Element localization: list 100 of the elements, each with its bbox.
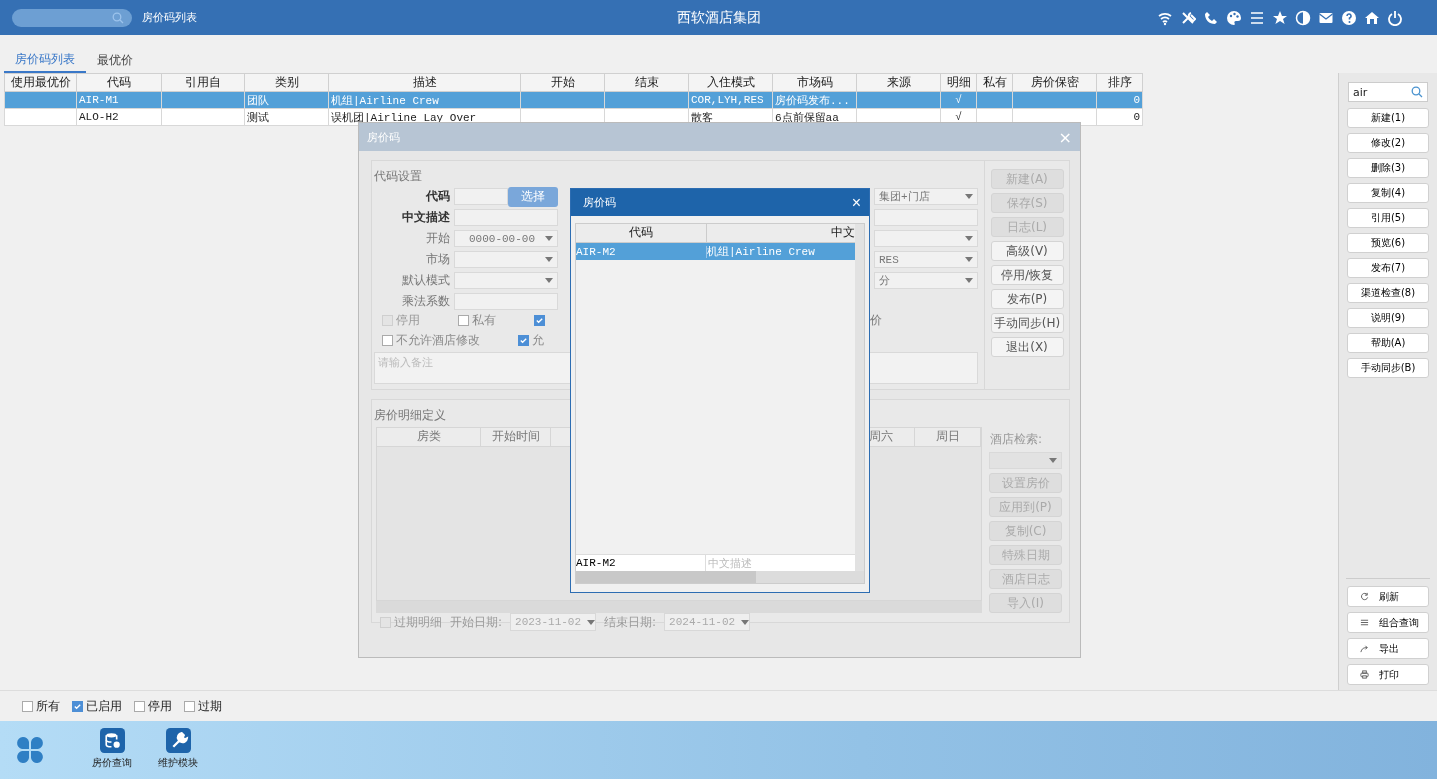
dialog-button[interactable]: 高级(V) — [990, 241, 1064, 261]
phone-icon[interactable] — [1203, 9, 1219, 26]
taskbar-app[interactable]: 房价查询 — [92, 721, 132, 770]
palette-icon[interactable] — [1226, 9, 1242, 26]
dialog-button[interactable]: 停用/恢复 — [990, 265, 1064, 285]
column-header[interactable]: 排序 — [1096, 73, 1143, 92]
table-cell: √ — [955, 94, 962, 106]
dialog-button[interactable]: 手动同步(H) — [990, 313, 1064, 333]
checkbox[interactable] — [534, 314, 545, 326]
field-label: 代码 — [425, 188, 451, 205]
input-field[interactable] — [454, 293, 558, 310]
scrollbar[interactable] — [376, 601, 982, 613]
dropdown-field[interactable]: 分 — [874, 272, 978, 289]
dropdown-field[interactable] — [989, 452, 1062, 469]
column-header[interactable]: 代码 — [576, 224, 707, 242]
checkbox[interactable] — [518, 334, 529, 346]
export-arrow-icon — [1360, 644, 1369, 653]
help-icon[interactable] — [1341, 9, 1357, 26]
search-icon — [1411, 86, 1423, 98]
column-header[interactable]: 结束 — [604, 73, 689, 92]
checkbox-label: 已启用 — [86, 697, 122, 715]
sidebar-button[interactable]: 刷新 — [1347, 586, 1429, 607]
checkbox[interactable] — [184, 700, 195, 712]
menu-icon[interactable] — [1249, 9, 1265, 26]
column-header[interactable]: 代码 — [76, 73, 162, 92]
search-icon[interactable] — [112, 11, 124, 24]
column-header[interactable]: 入住模式 — [688, 73, 773, 92]
contrast-icon[interactable] — [1295, 9, 1311, 26]
column-header[interactable]: 类别 — [244, 73, 329, 92]
sidebar-button[interactable]: 组合查询 — [1347, 612, 1429, 633]
sidebar-button[interactable]: 新建(1) — [1347, 108, 1429, 128]
taskbar-app[interactable]: 维护模块 — [158, 721, 198, 770]
sidebar-button[interactable]: 修改(2) — [1347, 133, 1429, 153]
code-filter-field[interactable]: AIR-M2 — [576, 554, 706, 571]
sidebar-button[interactable]: 帮助(A) — [1347, 333, 1429, 353]
home-icon[interactable] — [1364, 9, 1380, 26]
app-title: 西软酒店集团 — [676, 8, 761, 25]
search-field[interactable]: air — [1348, 82, 1428, 102]
star-icon[interactable] — [1272, 9, 1288, 26]
tools-icon[interactable] — [1180, 9, 1196, 26]
scrollbar[interactable] — [855, 224, 864, 571]
dropdown-field[interactable] — [874, 230, 978, 247]
sidebar-button[interactable]: 渠道检查(8) — [1347, 283, 1429, 303]
dropdown-field[interactable] — [454, 251, 558, 268]
description-filter-field[interactable]: 中文描述 — [706, 554, 855, 571]
field-label: 乘法系数 — [401, 293, 451, 310]
sidebar-button[interactable]: 删除(3) — [1347, 158, 1429, 178]
checkbox-label: 停用 — [396, 311, 420, 329]
dialog-title: 房价码 — [367, 129, 400, 145]
dropdown-arrow-icon — [587, 619, 596, 625]
table-cell: √ — [955, 111, 962, 123]
sidebar-button[interactable]: 发布(7) — [1347, 258, 1429, 278]
dialog-button[interactable]: 退出(X) — [990, 337, 1064, 357]
sidebar-button[interactable]: 预览(6) — [1347, 233, 1429, 253]
column-header[interactable]: 来源 — [856, 73, 941, 92]
table-cell: ALO-H2 — [79, 111, 119, 123]
sidebar-button[interactable]: 引用(5) — [1347, 208, 1429, 228]
column-header[interactable]: 开始 — [520, 73, 605, 92]
checkbox-label: 过期明细 — [394, 613, 442, 631]
sidebar-button[interactable]: 说明(9) — [1347, 308, 1429, 328]
column-header[interactable]: 描述 — [328, 73, 521, 92]
column-header[interactable]: 引用自 — [161, 73, 245, 92]
close-button[interactable]: × — [851, 193, 861, 212]
column-header[interactable]: 市场码 — [772, 73, 857, 92]
search-field[interactable] — [12, 8, 132, 27]
sidebar-button[interactable]: 复制(4) — [1347, 183, 1429, 203]
sidebar-button[interactable]: 手动同步(B) — [1347, 358, 1429, 378]
table-cell: 测试 — [247, 111, 269, 124]
column-header[interactable]: 私有 — [976, 73, 1013, 92]
breadcrumb[interactable]: 房价码列表 — [142, 10, 197, 25]
wrench-icon — [165, 728, 191, 753]
dropdown-arrow-icon — [545, 236, 553, 241]
table-cell: 误机团|Airline Lay Over — [331, 111, 477, 124]
column-header[interactable]: 中文 — [707, 224, 855, 242]
clover-logo-icon[interactable] — [16, 736, 44, 764]
scrollbar[interactable] — [576, 571, 864, 583]
dropdown-field[interactable]: 集团+门店 — [874, 188, 978, 205]
sidebar-button[interactable]: 打印 — [1347, 664, 1429, 685]
dropdown-field[interactable]: 0000-00-00 — [454, 230, 558, 247]
field-label: 开始日期: — [450, 613, 503, 631]
input-field[interactable] — [874, 209, 978, 226]
column-header[interactable]: 房价保密 — [1012, 73, 1097, 92]
sidebar-button[interactable]: 导出 — [1347, 638, 1429, 659]
dropdown-field[interactable]: RES — [874, 251, 978, 268]
checkbox[interactable] — [22, 700, 33, 712]
checkbox[interactable] — [134, 700, 145, 712]
checkbox-label: 允 — [532, 331, 544, 349]
power-icon[interactable] — [1387, 9, 1403, 26]
tab[interactable]: 最优价 — [86, 35, 144, 73]
refresh-icon — [1360, 592, 1369, 601]
checkbox[interactable] — [458, 314, 469, 326]
column-header[interactable]: 明细 — [940, 73, 977, 92]
checkbox[interactable] — [382, 334, 393, 346]
dialog-button[interactable]: 发布(P) — [990, 289, 1064, 309]
checkbox[interactable] — [72, 700, 83, 712]
input-field[interactable] — [454, 209, 558, 226]
dropdown-arrow-icon — [741, 619, 750, 625]
column-header[interactable]: 使用最优价 — [4, 73, 77, 92]
input-field[interactable] — [454, 188, 508, 205]
dropdown-field[interactable] — [454, 272, 558, 289]
